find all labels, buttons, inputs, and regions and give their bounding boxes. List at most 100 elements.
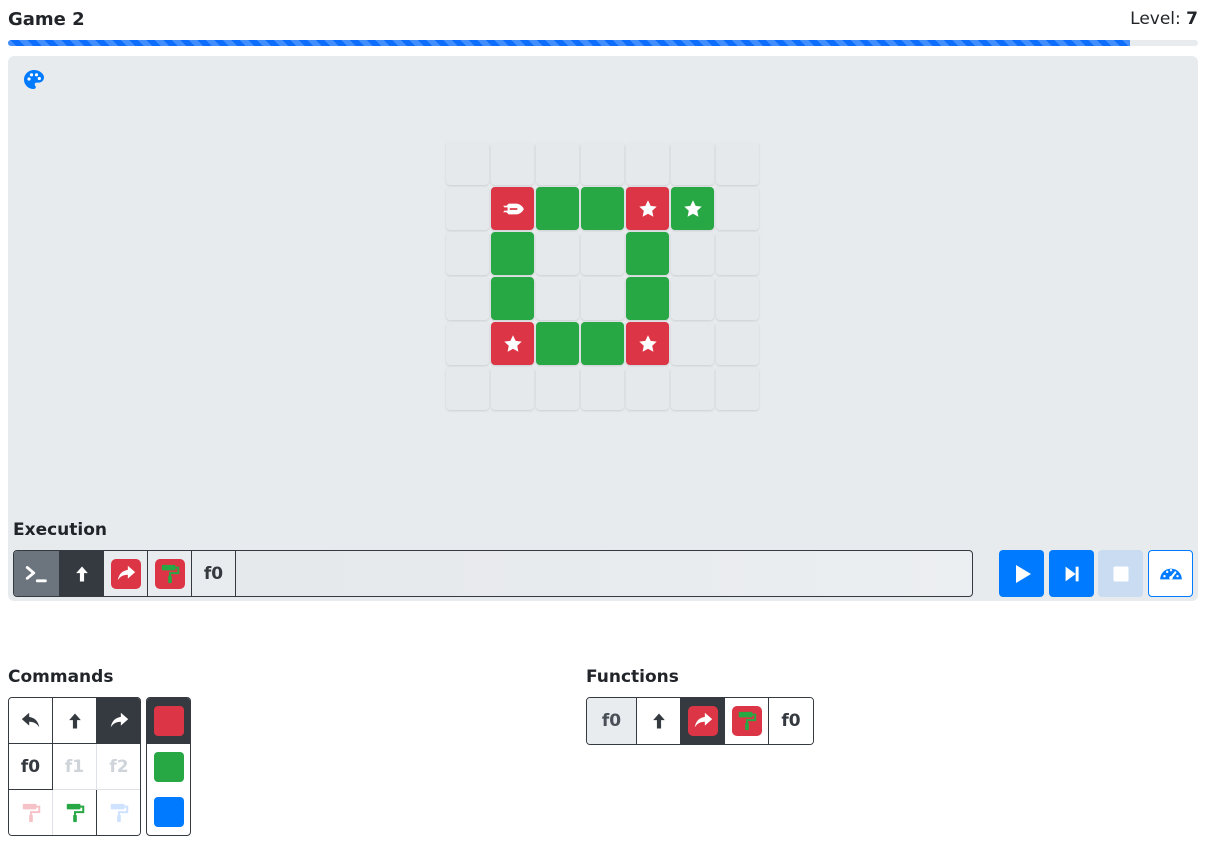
stop-button[interactable] xyxy=(1098,550,1143,597)
board-cell-empty xyxy=(581,232,624,275)
speed-button[interactable] xyxy=(1148,550,1193,597)
paint-blue-command xyxy=(97,790,140,835)
board-cell-green xyxy=(536,187,579,230)
board-cell-empty xyxy=(716,232,759,275)
turn-right-icon xyxy=(692,710,714,732)
board-cell-empty xyxy=(716,277,759,320)
board-cell-empty xyxy=(446,187,489,230)
board-cell-empty xyxy=(716,142,759,185)
star-icon xyxy=(637,333,659,355)
condition-colors xyxy=(146,697,191,836)
board-cell-empty xyxy=(671,232,714,275)
turn-right-command[interactable] xyxy=(97,698,140,744)
top-bar: Game 2 Level: 7 xyxy=(8,8,1198,34)
level-progress-fill xyxy=(8,40,1131,46)
board-cell-red xyxy=(491,322,534,365)
call-f2-command: f2 xyxy=(97,744,140,790)
fn-call-f0-slot[interactable]: f0 xyxy=(769,698,813,744)
board-cell-red xyxy=(626,322,669,365)
stop-icon xyxy=(1113,566,1128,581)
arrow-up-icon xyxy=(65,711,85,731)
paint-roller-icon xyxy=(736,710,758,732)
board-cell-red xyxy=(626,187,669,230)
board-cell-green xyxy=(581,322,624,365)
commands-grid: f0 f1 f2 xyxy=(8,697,141,836)
board-cell-green xyxy=(491,277,534,320)
board-cell-empty xyxy=(581,277,624,320)
paint-red-icon xyxy=(20,802,42,824)
board-cell-green xyxy=(626,277,669,320)
board-cell-empty xyxy=(671,322,714,365)
board-cell-empty xyxy=(581,142,624,185)
exec-function-call[interactable]: f0 xyxy=(192,551,236,596)
board-cell-empty xyxy=(491,367,534,410)
blue-swatch xyxy=(153,797,184,828)
arrow-up-icon xyxy=(649,711,669,731)
function-name: f0 xyxy=(587,698,637,744)
level-indicator: Level: 7 xyxy=(1130,9,1198,29)
board-cell-empty xyxy=(716,367,759,410)
paint-roller-icon xyxy=(159,563,181,585)
paint-blue-icon xyxy=(108,802,130,824)
exec-forward-command[interactable] xyxy=(60,551,104,596)
board-cell-empty xyxy=(446,232,489,275)
commands-label: Commands xyxy=(8,667,114,687)
fn-paint-green-slot[interactable] xyxy=(725,698,769,744)
color-option-green[interactable] xyxy=(147,744,190,790)
paint-green-command[interactable] xyxy=(53,790,97,835)
step-forward-icon xyxy=(1065,566,1079,581)
execution-stack: f0 xyxy=(13,550,973,597)
forward-command[interactable] xyxy=(53,698,97,744)
paint-red-command xyxy=(9,790,53,835)
fn-forward-slot[interactable] xyxy=(637,698,681,744)
palette-icon[interactable] xyxy=(22,68,46,92)
function-f0-row: f0 f0 xyxy=(586,697,814,745)
paint-green-icon xyxy=(64,802,86,824)
turn-left-icon xyxy=(20,710,42,732)
board-cell-empty xyxy=(671,367,714,410)
game-board xyxy=(446,142,759,410)
speedometer-icon xyxy=(1159,568,1182,580)
call-f1-command: f1 xyxy=(53,744,97,790)
turn-right-icon xyxy=(115,563,137,585)
turn-left-command[interactable] xyxy=(9,698,53,744)
star-icon xyxy=(682,198,704,220)
terminal-icon[interactable] xyxy=(14,551,60,596)
board-cell-empty xyxy=(536,277,579,320)
arrow-up-icon xyxy=(72,564,92,584)
level-progress-bar xyxy=(8,40,1198,46)
board-cell-empty xyxy=(446,322,489,365)
color-option-blue[interactable] xyxy=(147,789,190,835)
board-cell-empty xyxy=(446,367,489,410)
play-icon xyxy=(1015,564,1031,583)
board-cell-green xyxy=(671,187,714,230)
board-cell-empty xyxy=(581,367,624,410)
board-cell-empty xyxy=(491,142,534,185)
level-label: Level: xyxy=(1130,9,1181,29)
step-button[interactable] xyxy=(1049,550,1094,597)
green-swatch xyxy=(153,751,184,782)
game-title: Game 2 xyxy=(8,9,85,30)
red-swatch xyxy=(153,705,184,736)
ship-icon xyxy=(500,196,526,222)
level-value: 7 xyxy=(1186,9,1198,29)
exec-paint-green-command[interactable] xyxy=(148,551,192,596)
call-f0-command[interactable]: f0 xyxy=(9,744,53,790)
board-cell-empty xyxy=(716,187,759,230)
color-option-red[interactable] xyxy=(147,698,190,744)
board-cell-green xyxy=(491,232,534,275)
star-icon xyxy=(637,198,659,220)
board-cell-green xyxy=(626,232,669,275)
star-icon xyxy=(502,333,524,355)
board-cell-empty xyxy=(671,277,714,320)
board-cell-empty xyxy=(716,322,759,365)
board-panel: Execution xyxy=(8,56,1198,601)
functions-label: Functions xyxy=(586,667,679,687)
execution-label: Execution xyxy=(13,520,108,540)
exec-turn-right-command[interactable] xyxy=(104,551,148,596)
board-cell-green xyxy=(536,322,579,365)
play-button[interactable] xyxy=(999,550,1044,597)
board-cell-empty xyxy=(626,367,669,410)
board-cell-green xyxy=(581,187,624,230)
fn-turn-right-slot[interactable] xyxy=(681,698,725,744)
